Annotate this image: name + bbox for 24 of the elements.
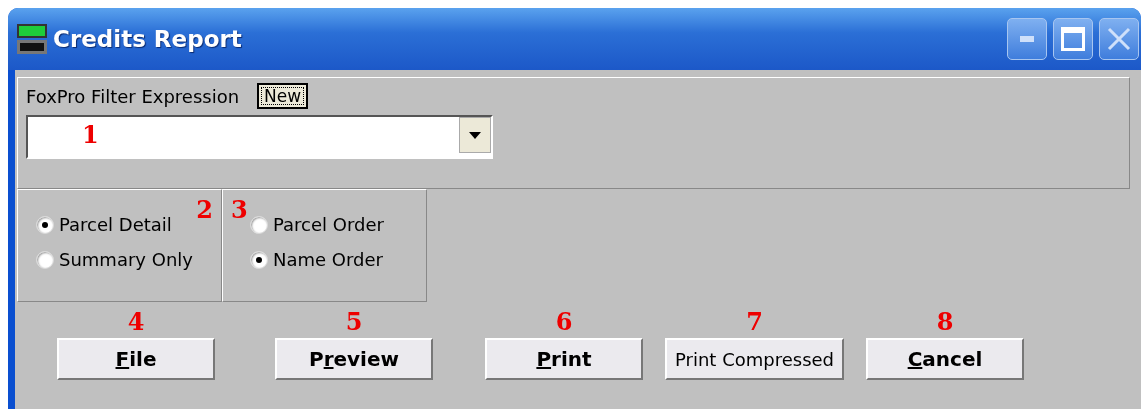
dropdown-button[interactable] <box>459 117 491 153</box>
callout-number: 4 <box>127 310 145 334</box>
close-icon <box>1107 27 1131 51</box>
callout-number: 1 <box>82 123 99 147</box>
maximize-button[interactable] <box>1053 18 1093 60</box>
filter-label: FoxPro Filter Expression <box>26 85 240 107</box>
minimize-button[interactable] <box>1007 18 1047 60</box>
callout-number: 3 <box>231 198 248 222</box>
callout-number: 8 <box>936 310 954 334</box>
radio-option[interactable]: Summary Only <box>36 249 221 270</box>
callout-number: 5 <box>345 310 363 334</box>
radio-option[interactable]: Name Order <box>250 249 426 270</box>
new-button[interactable]: New <box>257 83 309 109</box>
filter-combo-box[interactable]: 1 <box>26 115 493 159</box>
close-button[interactable] <box>1099 18 1139 60</box>
minimize-icon <box>1020 36 1034 42</box>
dropdown-arrow-icon <box>469 131 481 139</box>
radio-option[interactable]: Parcel Order <box>250 214 426 235</box>
app-logo-icon <box>17 24 47 54</box>
maximize-icon <box>1061 27 1085 51</box>
window-title: Credits Report <box>53 26 242 52</box>
callout-number: 6 <box>555 310 573 334</box>
callout-number: 7 <box>746 310 763 334</box>
callout-number: 2 <box>196 198 213 222</box>
